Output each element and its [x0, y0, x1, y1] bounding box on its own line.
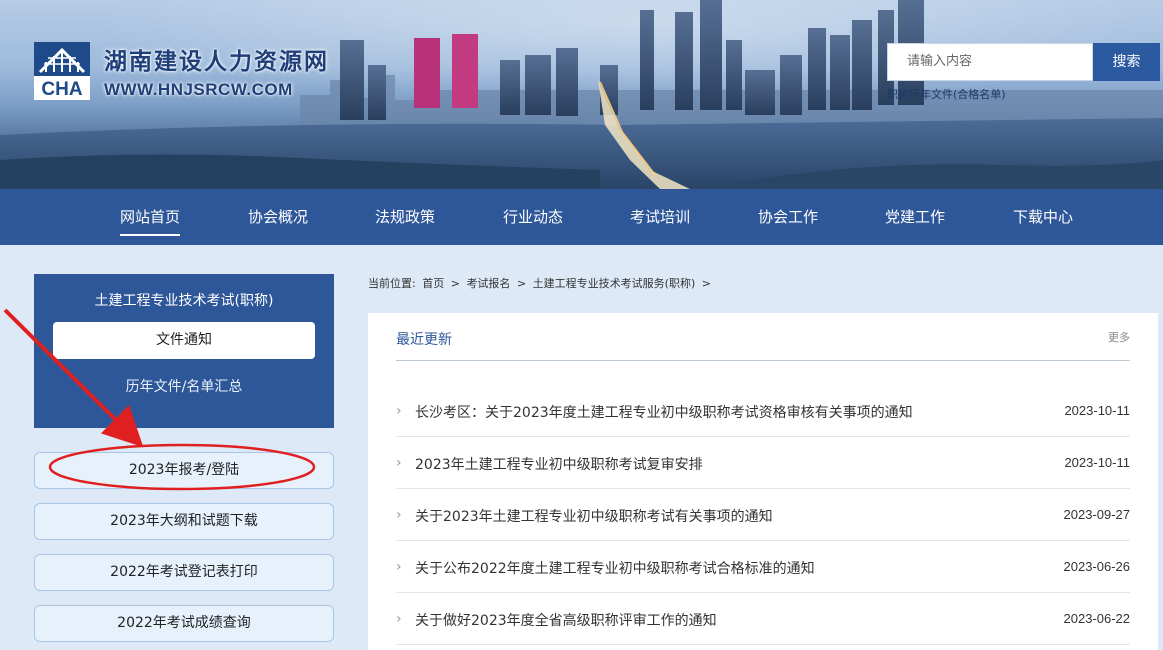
panel-divider [396, 360, 1130, 361]
score-query-button[interactable]: 2022年考试成绩查询 [34, 605, 334, 642]
chevron-right-icon: › [396, 559, 402, 575]
news-item[interactable]: › 关于做好2023年度全省高级职称评审工作的通知 2023-06-22 [396, 593, 1130, 645]
nav-item-about[interactable]: 协会概况 [248, 189, 308, 245]
news-title[interactable]: 关于2023年土建工程专业初中级职称考试有关事项的通知 [415, 506, 773, 526]
news-date: 2023-06-26 [1063, 559, 1131, 574]
main-nav: 网站首页 协会概况 法规政策 行业动态 考试培训 协会工作 党建工作 下载中心 [0, 189, 1163, 245]
news-date: 2023-06-22 [1063, 611, 1131, 626]
chevron-right-icon: › [396, 611, 402, 627]
chevron-right-icon: › [396, 403, 402, 419]
search-bar: 请输入内容 搜索 [887, 43, 1160, 81]
search-hint-link[interactable]: 职称历年文件(合格名单) [887, 86, 1006, 102]
register-login-button[interactable]: 2023年报考/登陆 [34, 452, 334, 489]
breadcrumb-separator: > [701, 277, 711, 290]
nav-item-home[interactable]: 网站首页 [120, 189, 181, 245]
search-input[interactable]: 请输入内容 [887, 43, 1093, 81]
breadcrumb-current[interactable]: 土建工程专业技术考试服务(职称) [533, 277, 696, 290]
news-item[interactable]: › 关于2023年土建工程专业初中级职称考试有关事项的通知 2023-09-27 [396, 489, 1130, 541]
breadcrumb-exam-registration[interactable]: 考试报名 [466, 277, 510, 290]
news-date: 2023-10-11 [1064, 403, 1130, 418]
search-button[interactable]: 搜索 [1093, 43, 1160, 81]
site-logo[interactable]: CHA 湖南建设人力资源网 WWW.HNJSRCW.COM [34, 42, 329, 100]
recent-updates-panel: 最近更新 更多 › 长沙考区：关于2023年度土建工程专业初中级职称考试资格审核… [368, 313, 1158, 650]
nav-item-downloads[interactable]: 下载中心 [1013, 189, 1073, 245]
syllabus-download-button[interactable]: 2023年大纲和试题下载 [34, 503, 334, 540]
nav-item-policy[interactable]: 法规政策 [375, 189, 435, 245]
sidebar-title: 土建工程专业技术考试(职称) [94, 293, 274, 309]
panel-title: 最近更新 [396, 332, 452, 348]
registration-form-print-button[interactable]: 2022年考试登记表打印 [34, 554, 334, 591]
logo-mark-icon: CHA [34, 42, 90, 100]
breadcrumb-home[interactable]: 首页 [422, 277, 444, 290]
news-title[interactable]: 长沙考区：关于2023年度土建工程专业初中级职称考试资格审核有关事项的通知 [415, 402, 913, 422]
sidebar-menu: 土建工程专业技术考试(职称) 文件通知 历年文件/名单汇总 [34, 274, 334, 428]
chevron-right-icon: › [396, 455, 402, 471]
news-item[interactable]: › 2023年土建工程专业初中级职称考试复审安排 2023-10-11 [396, 437, 1130, 489]
breadcrumb-separator: > [516, 277, 527, 290]
nav-item-exam-training[interactable]: 考试培训 [630, 189, 690, 245]
news-date: 2023-09-27 [1063, 507, 1131, 522]
logo-abbr: CHA [41, 79, 82, 100]
news-item[interactable]: › 关于公布2022年度土建工程专业初中级职称考试合格标准的通知 2023-06… [396, 541, 1130, 593]
breadcrumb-prefix: 当前位置: [368, 277, 416, 290]
sidebar-item-archive[interactable]: 历年文件/名单汇总 [34, 376, 334, 396]
news-title[interactable]: 2023年土建工程专业初中级职称考试复审安排 [415, 454, 703, 474]
site-url: WWW.HNJSRCW.COM [104, 80, 293, 99]
news-title[interactable]: 关于做好2023年度全省高级职称评审工作的通知 [415, 610, 717, 630]
nav-item-party-building[interactable]: 党建工作 [885, 189, 945, 245]
breadcrumb-separator: > [450, 277, 460, 290]
news-date: 2023-10-11 [1064, 455, 1130, 470]
more-link[interactable]: 更多 [1108, 329, 1130, 345]
news-item[interactable]: › 长沙考区：关于2023年度土建工程专业初中级职称考试资格审核有关事项的通知 … [396, 385, 1130, 437]
header-banner: CHA 湖南建设人力资源网 WWW.HNJSRCW.COM 请输入内容 搜索 职… [0, 0, 1163, 189]
nav-item-association-work[interactable]: 协会工作 [758, 189, 818, 245]
sidebar-item-notices[interactable]: 文件通知 [53, 322, 315, 359]
breadcrumb: 当前位置: 首页 > 考试报名 > 土建工程专业技术考试服务(职称) > [368, 275, 714, 291]
nav-item-industry-news[interactable]: 行业动态 [503, 189, 563, 245]
chevron-right-icon: › [396, 507, 402, 523]
news-title[interactable]: 关于公布2022年度土建工程专业初中级职称考试合格标准的通知 [415, 558, 815, 578]
site-name: 湖南建设人力资源网 [104, 49, 329, 75]
